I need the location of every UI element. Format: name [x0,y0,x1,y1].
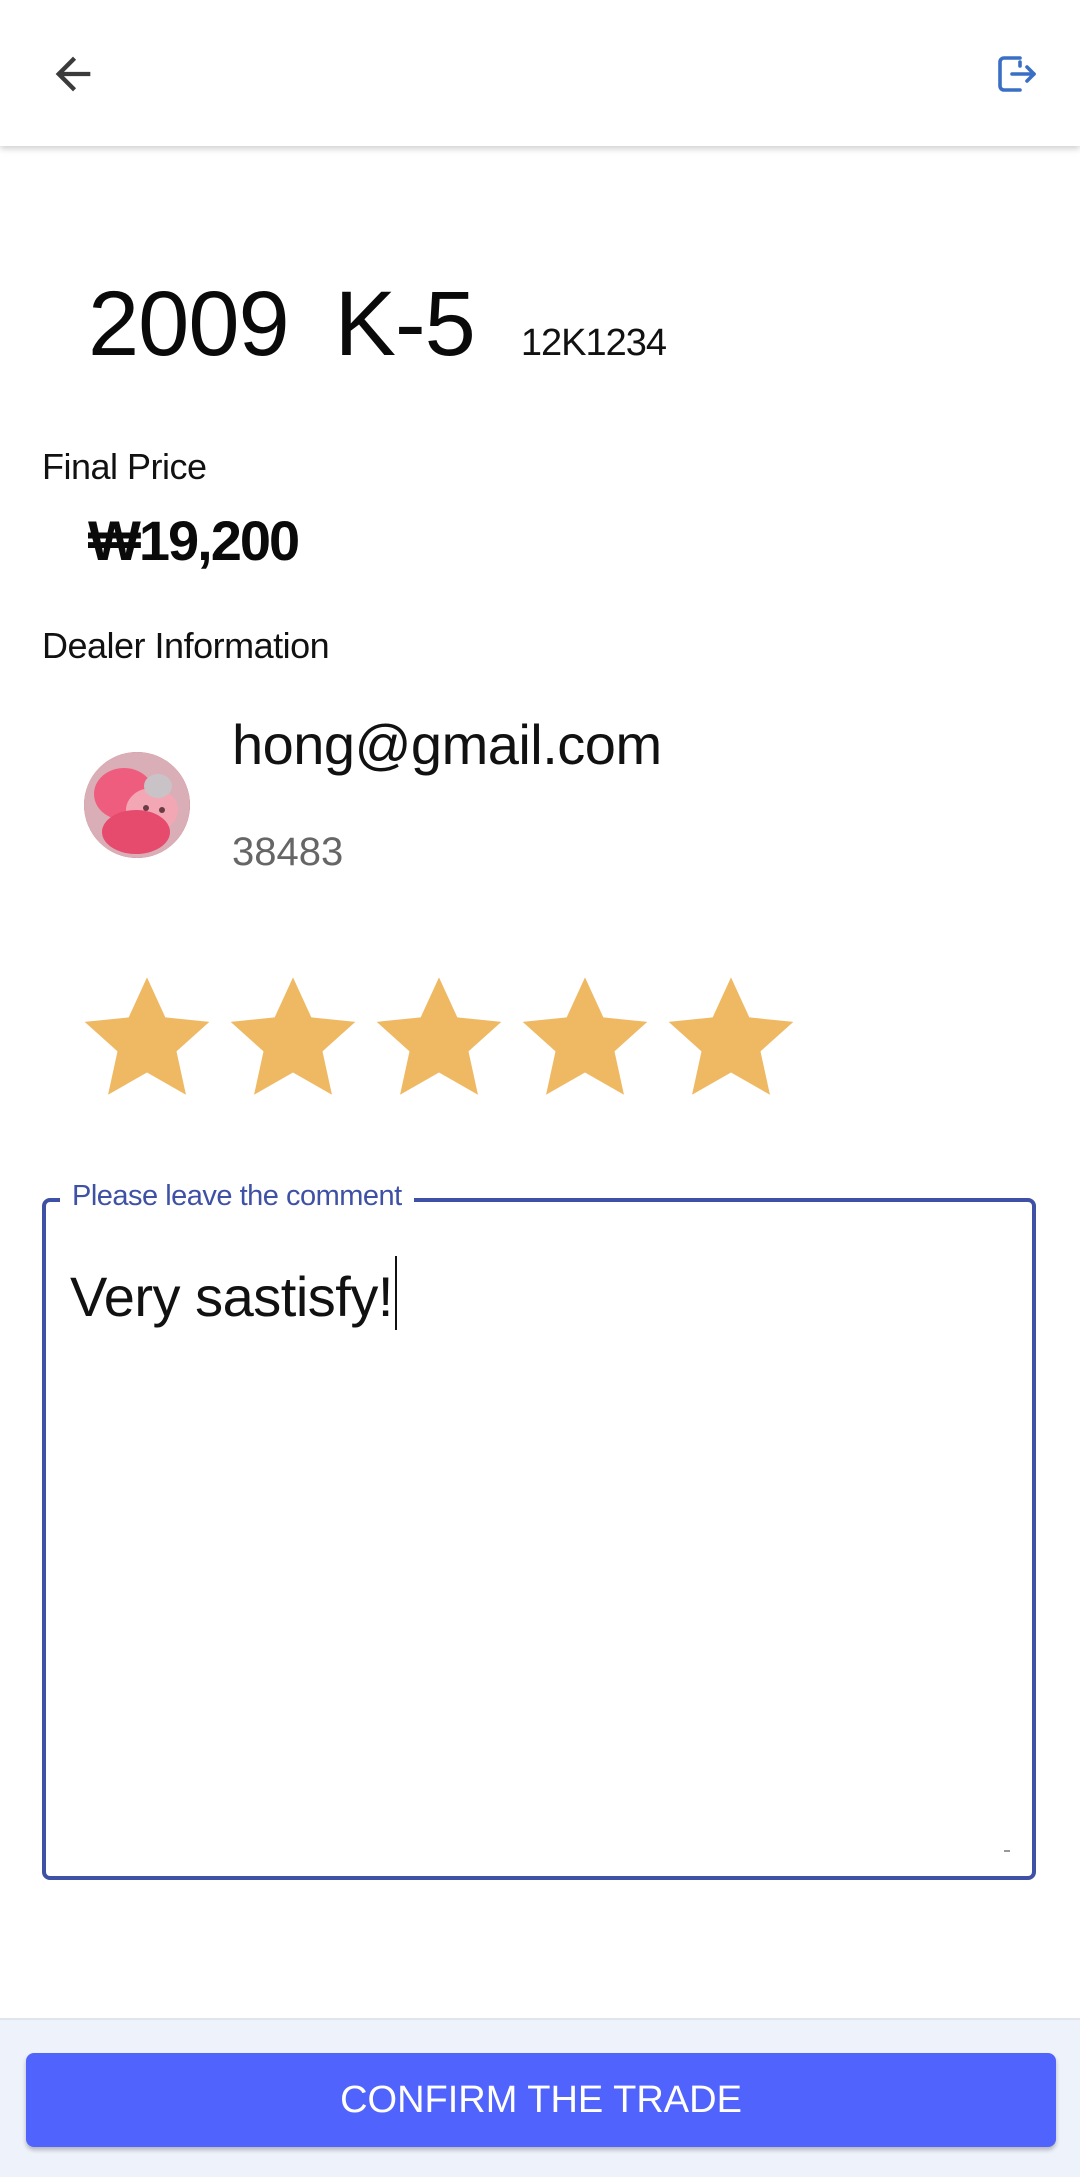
final-price-value: ₩19,200 [88,509,300,572]
car-model: K-5 [334,273,476,375]
back-button[interactable] [25,26,121,122]
bottom-action-bar: CONFIRM THE TRADE [0,2018,1080,2177]
resize-grip-icon[interactable] [1004,1846,1010,1852]
dealer-email: hong@gmail.com [232,713,662,776]
arrow-left-icon [55,56,91,92]
rating-stars [80,974,798,1102]
text-caret [394,1256,397,1330]
star-icon[interactable] [80,974,214,1102]
final-price-label: Final Price [42,446,207,487]
comment-label: Please leave the comment [60,1180,414,1213]
trade-confirm-screen: 2009 K-5 12K1234 Final Price ₩19,200 Dea… [0,0,1080,2177]
comment-text-wrapper[interactable]: Very sastisfy! [70,1256,397,1330]
comment-value: Very sastisfy! [70,1265,393,1328]
car-plate-number: 12K1234 [520,322,667,364]
top-app-bar [0,0,1080,146]
dealer-id: 38483 [232,830,344,874]
dealer-avatar [84,752,190,858]
star-icon[interactable] [372,974,506,1102]
star-icon[interactable] [664,974,798,1102]
dealer-information-label: Dealer Information [42,625,330,666]
car-year: 2009 [88,273,290,375]
confirm-trade-button[interactable]: CONFIRM THE TRADE [26,2053,1056,2147]
logout-button[interactable] [968,26,1064,122]
avatar-image [84,752,190,858]
car-title: 2009 K-5 12K1234 [88,272,667,377]
star-icon[interactable] [518,974,652,1102]
star-icon[interactable] [226,974,360,1102]
comment-input[interactable]: Please leave the comment Very sastisfy! [42,1180,1036,1880]
logout-icon [998,56,1036,92]
